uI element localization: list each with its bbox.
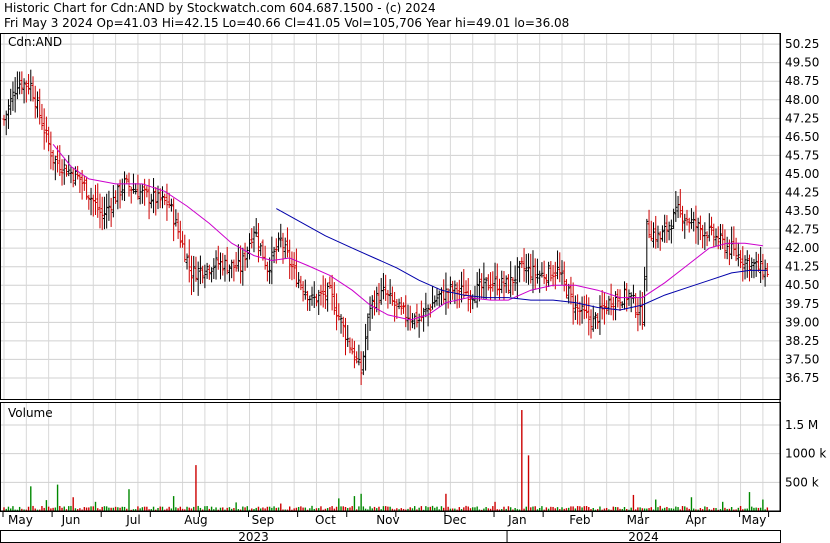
y-tick-label: 36.75	[785, 371, 819, 385]
moving-average-fast	[52, 143, 763, 321]
x-tick-label: Oct	[315, 513, 336, 527]
y-tick-label: 38.25	[785, 334, 819, 348]
year-label-2023: 2023	[238, 530, 269, 543]
volume-tick-label: 1000 k	[785, 447, 826, 461]
x-tick-label: Feb	[569, 513, 590, 527]
y-tick-label: 47.25	[785, 111, 819, 125]
y-tick-label: 45.75	[785, 148, 819, 162]
volume-tick-label: 500 k	[785, 475, 819, 489]
price-panel-title: Cdn:AND	[8, 35, 62, 49]
volume-panel-title: Volume	[8, 406, 53, 420]
y-tick-label: 37.50	[785, 352, 819, 366]
x-tick-label: Dec	[443, 513, 466, 527]
y-tick-label: 40.50	[785, 278, 819, 292]
x-tick-label: May	[8, 513, 33, 527]
stock-chart: 50.25 49.50 48.75 48.00 47.25 46.50 45.75 45.00…	[0, 33, 826, 543]
y-tick-label: 39.00	[785, 315, 819, 329]
x-tick-label: Mar	[627, 513, 650, 527]
y-tick-label: 43.50	[785, 204, 819, 218]
y-tick-label: 48.75	[785, 74, 819, 88]
y-tick-label: 39.75	[785, 297, 819, 311]
y-tick-label: 44.25	[785, 186, 819, 200]
y-tick-label: 49.50	[785, 56, 819, 70]
y-tick-label: 41.25	[785, 260, 819, 274]
volume-tick-label: 1.5 M	[785, 418, 818, 432]
x-tick-label: Nov	[376, 513, 399, 527]
x-tick-label: Jul	[125, 513, 140, 527]
y-tick-label: 45.00	[785, 167, 819, 181]
x-tick-label: Jan	[507, 513, 527, 527]
price-panel-frame	[0, 33, 781, 400]
x-tick-label: Sep	[252, 513, 275, 527]
x-tick-label: Apr	[686, 513, 707, 527]
y-tick-label: 42.75	[785, 223, 819, 237]
year-label-2024: 2024	[628, 530, 659, 543]
y-tick-label: 46.50	[785, 130, 819, 144]
y-tick-label: 50.25	[785, 37, 819, 51]
volume-panel-frame	[0, 402, 781, 512]
x-tick-label: Jun	[61, 513, 81, 527]
x-tick-label: Aug	[184, 513, 207, 527]
chart-root: Historic Chart for Cdn:AND by Stockwatch…	[0, 0, 830, 543]
y-tick-label: 42.00	[785, 241, 819, 255]
y-tick-label: 48.00	[785, 93, 819, 107]
x-tick-label: May	[742, 513, 767, 527]
year-band	[0, 530, 781, 543]
